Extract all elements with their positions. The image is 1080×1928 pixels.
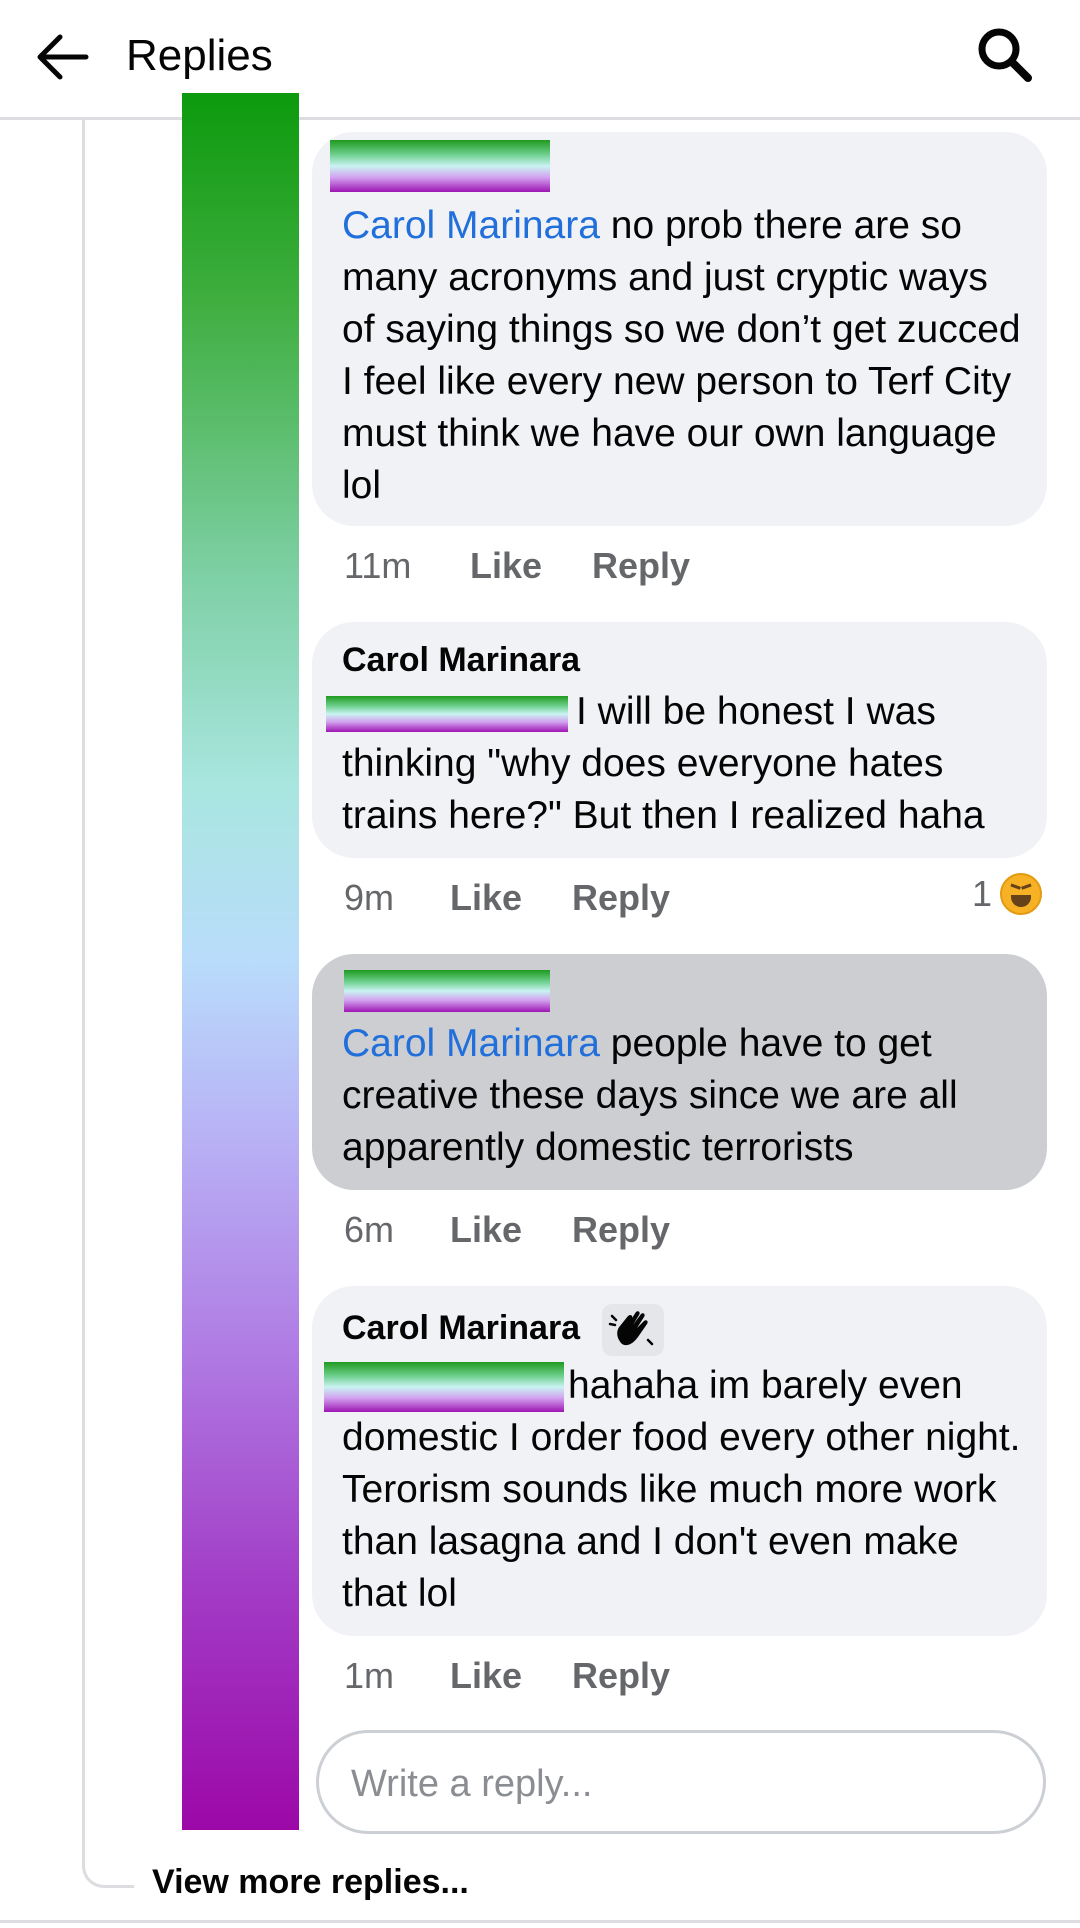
comment-bubble[interactable]: Carol Marinara I will be honest I was th… [312, 622, 1047, 858]
comment-bubble-highlighted[interactable]: Carol Marinara people have to get creati… [312, 954, 1047, 1190]
page-title: Replies [126, 31, 273, 80]
timestamp: 9m [344, 877, 395, 918]
reply-button[interactable]: Reply [572, 876, 670, 920]
laughing-emoji-icon [1000, 873, 1043, 915]
view-more-replies-link[interactable]: View more replies... [152, 1862, 469, 1902]
comment-bubble[interactable]: Carol Marinara no prob there are so many… [312, 132, 1047, 526]
comment-body: I will be honest I was thinking "why doe… [342, 690, 985, 837]
timestamp: 11m [344, 545, 412, 586]
top-bar: Replies [0, 0, 1080, 120]
comment-bubble[interactable]: Carol Marinara hahaha im barely even dom… [312, 1286, 1047, 1636]
thread-connector-line [82, 120, 134, 1888]
search-icon[interactable] [972, 22, 1036, 86]
reply-button[interactable]: Reply [572, 1208, 670, 1252]
comment-author[interactable]: Carol Marinara [342, 640, 580, 680]
reaction-count: 1 [972, 873, 993, 914]
timestamp: 1m [344, 1655, 395, 1696]
reaction-summary[interactable]: 1 [972, 872, 1043, 916]
reply-button[interactable]: Reply [572, 1654, 670, 1698]
mention-link[interactable]: Carol Marinara [342, 204, 600, 247]
like-button[interactable]: Like [450, 1654, 522, 1698]
timestamp: 6m [344, 1209, 395, 1250]
waving-hand-icon[interactable] [602, 1304, 664, 1356]
reply-button[interactable]: Reply [592, 544, 690, 588]
comment-text: Carol Marinara no prob there are so many… [342, 200, 1027, 512]
comment-text: I will be honest I was thinking "why doe… [342, 686, 1027, 842]
divider [0, 1920, 1080, 1923]
arrow-left-icon[interactable] [30, 25, 94, 89]
reply-input[interactable] [349, 1755, 1013, 1813]
comment-text: Carol Marinara people have to get creati… [342, 1018, 1027, 1174]
reply-input-box[interactable] [316, 1730, 1046, 1834]
comment-body: hahaha im barely even domestic I order f… [342, 1364, 1021, 1615]
like-button[interactable]: Like [470, 544, 542, 588]
comment-body: no prob there are so many acronyms and j… [342, 204, 1021, 507]
redaction-bar [182, 93, 299, 1830]
like-button[interactable]: Like [450, 876, 522, 920]
redacted-name-block [330, 140, 550, 192]
comment-text: hahaha im barely even domestic I order f… [342, 1360, 1027, 1620]
comment-author[interactable]: Carol Marinara [342, 1308, 580, 1348]
redacted-name-block [344, 970, 550, 1012]
mention-link[interactable]: Carol Marinara [342, 1022, 600, 1065]
like-button[interactable]: Like [450, 1208, 522, 1252]
